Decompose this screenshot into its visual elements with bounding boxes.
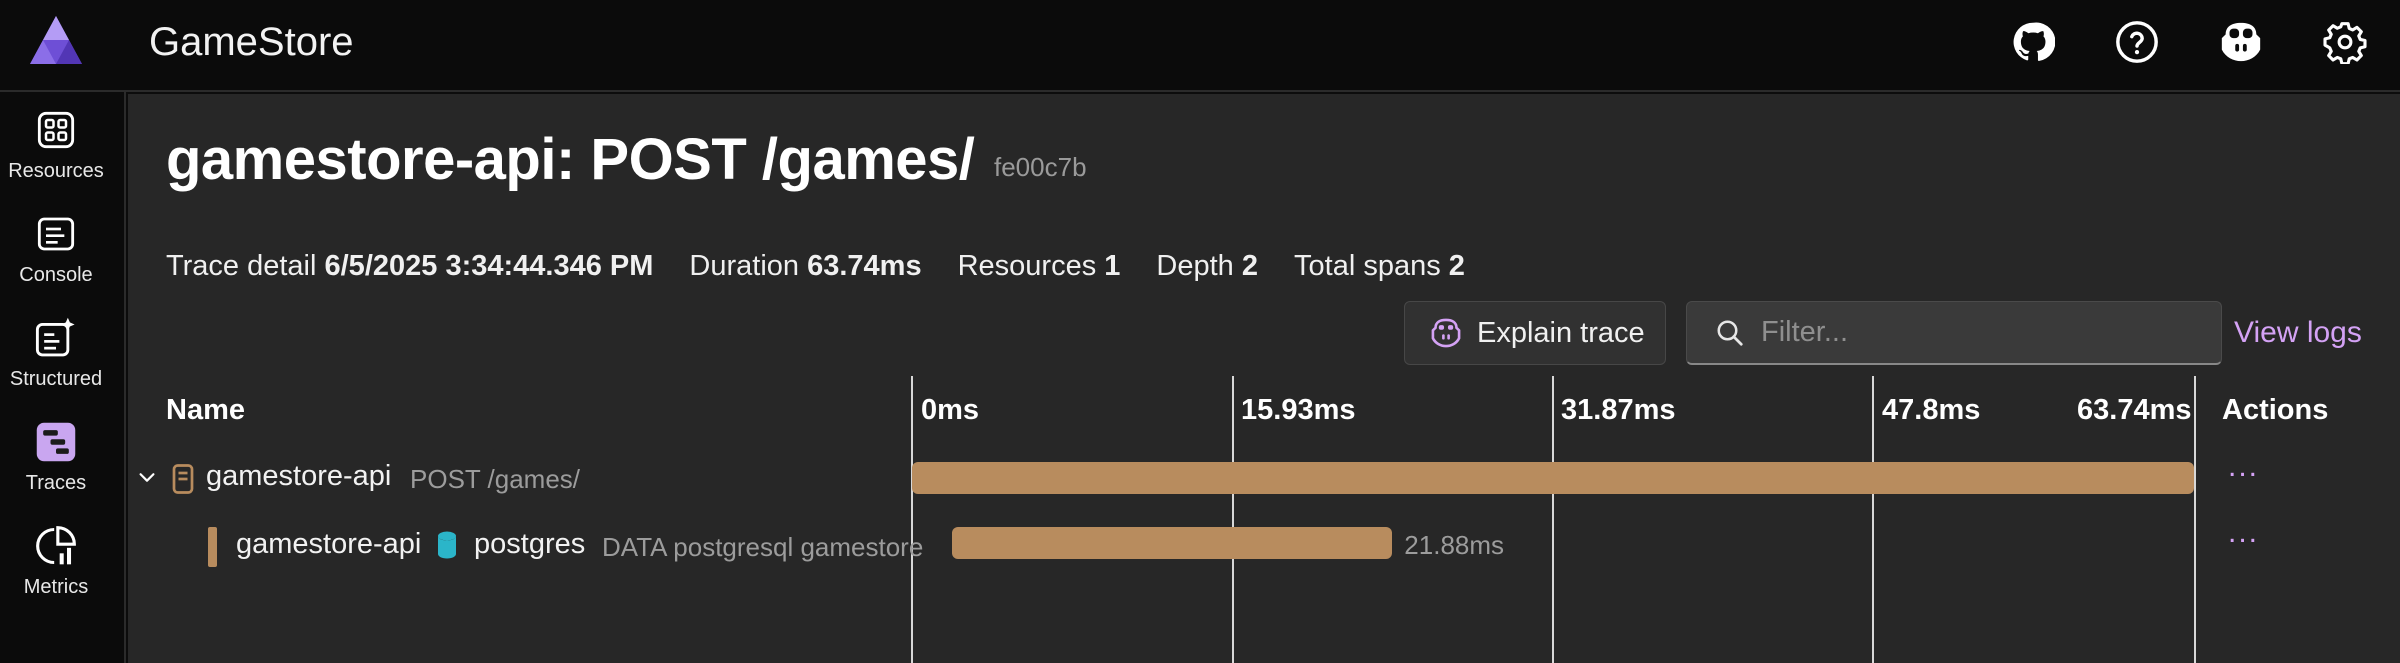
grid-line bbox=[911, 376, 913, 663]
top-bar: GameStore bbox=[0, 0, 2400, 92]
tick-label: 0ms bbox=[921, 394, 980, 426]
grid-line bbox=[1232, 376, 1234, 663]
copilot-icon bbox=[1429, 317, 1463, 349]
span-resource-name[interactable]: gamestore-api bbox=[236, 528, 421, 561]
span-bar[interactable] bbox=[912, 462, 2194, 494]
search-icon bbox=[1715, 318, 1745, 348]
main-content: gamestore-api: POST /games/ fe00c7b Trac… bbox=[128, 94, 2400, 663]
chevron-down-icon[interactable] bbox=[136, 466, 158, 488]
nav-label: Traces bbox=[25, 472, 87, 494]
summary-depth: Depth 2 bbox=[1156, 250, 1259, 282]
structured-logs-icon bbox=[32, 314, 80, 362]
copilot-icon[interactable] bbox=[2216, 17, 2266, 67]
trace-id: fe00c7b bbox=[994, 152, 1087, 182]
depth-indicator bbox=[208, 527, 217, 567]
nav-item-console[interactable]: Console bbox=[0, 200, 112, 300]
database-icon bbox=[436, 530, 458, 560]
tick-label: 63.74ms bbox=[2077, 394, 2192, 426]
app-title[interactable]: GameStore bbox=[149, 20, 354, 65]
nav-label: Console bbox=[19, 264, 93, 286]
span-bar[interactable] bbox=[952, 527, 1393, 559]
nav-item-resources[interactable]: Resources bbox=[0, 96, 112, 196]
tick-label: 31.87ms bbox=[1561, 394, 1676, 426]
trace-summary: Trace detail 6/5/2025 3:34:44.346 PM Dur… bbox=[166, 250, 1501, 283]
summary-resources: Resources 1 bbox=[957, 250, 1121, 282]
page-title: gamestore-api: POST /games/ bbox=[166, 127, 975, 192]
span-name: POST /games/ bbox=[410, 464, 581, 494]
grid-line bbox=[1552, 376, 1554, 663]
resource-icon bbox=[172, 464, 194, 494]
tick-label: 47.8ms bbox=[1882, 394, 1981, 426]
explain-trace-label: Explain trace bbox=[1477, 316, 1645, 349]
tick-label: 15.93ms bbox=[1241, 394, 1356, 426]
side-nav: Resources Console Structured Traces Metr… bbox=[0, 92, 126, 663]
filter-field[interactable] bbox=[1686, 301, 2222, 365]
span-name: DATA postgresql gamestore bbox=[602, 532, 924, 562]
summary-duration: Duration 63.74ms bbox=[689, 250, 922, 282]
grid-line bbox=[2194, 376, 2196, 663]
span-target: postgres bbox=[474, 528, 586, 560]
summary-trace-detail: Trace detail 6/5/2025 3:34:44.346 PM bbox=[166, 250, 654, 282]
metrics-icon bbox=[32, 522, 80, 570]
nav-label: Metrics bbox=[23, 576, 89, 598]
span-duration-label: 21.88ms bbox=[1404, 530, 1505, 560]
nav-item-traces[interactable]: Traces bbox=[0, 408, 112, 508]
column-header-actions: Actions bbox=[2222, 394, 2329, 426]
aspire-logo-icon[interactable] bbox=[28, 14, 84, 66]
summary-total-spans: Total spans 2 bbox=[1294, 250, 1465, 282]
console-icon bbox=[32, 210, 80, 258]
row-actions-button[interactable]: ... bbox=[2228, 450, 2259, 484]
row-actions-button[interactable]: ... bbox=[2228, 516, 2259, 550]
column-header-name: Name bbox=[166, 394, 245, 426]
nav-label: Resources bbox=[8, 160, 104, 182]
view-logs-link[interactable]: View logs bbox=[2234, 316, 2362, 350]
explain-trace-button[interactable]: Explain trace bbox=[1404, 301, 1666, 365]
resources-icon bbox=[32, 106, 80, 154]
nav-item-metrics[interactable]: Metrics bbox=[0, 512, 112, 612]
traces-icon bbox=[32, 418, 80, 466]
help-icon[interactable] bbox=[2112, 17, 2162, 67]
filter-input[interactable] bbox=[1761, 316, 2181, 349]
grid-line bbox=[1872, 376, 1874, 663]
github-icon[interactable] bbox=[2008, 17, 2058, 67]
nav-label: Structured bbox=[9, 368, 103, 390]
settings-icon[interactable] bbox=[2320, 17, 2370, 67]
nav-item-structured[interactable]: Structured bbox=[0, 304, 112, 404]
span-resource-name[interactable]: gamestore-api bbox=[206, 460, 391, 493]
